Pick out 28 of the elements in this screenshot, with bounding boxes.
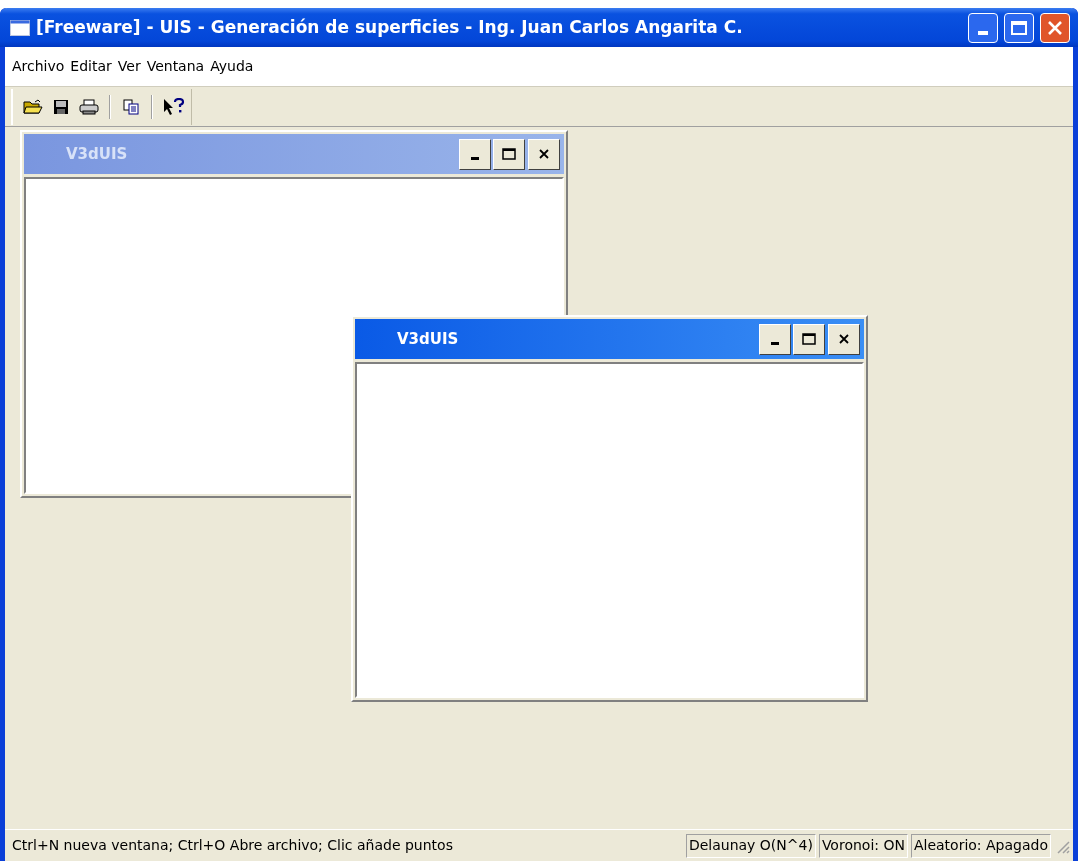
menu-item[interactable]: Archivo	[9, 56, 68, 77]
maximize-button[interactable]	[793, 323, 825, 355]
minimize-icon	[771, 341, 779, 345]
maximize-icon	[1011, 20, 1027, 35]
minimize-button[interactable]	[759, 323, 791, 355]
status-panel: Voronoi: ON	[818, 833, 908, 858]
status-panel: Aleatorio: Apagado	[910, 833, 1051, 858]
app-icon	[10, 19, 30, 36]
menu-item[interactable]: Editar	[67, 56, 115, 77]
maximize-icon	[802, 333, 816, 345]
close-icon	[1047, 19, 1063, 36]
status-panel: Delaunay O(N^4)	[685, 833, 816, 858]
minimize-button[interactable]	[459, 138, 491, 170]
status-message: Ctrl+N nueva ventana; Ctrl+O Abre archivo; Clic añade puntos	[11, 836, 454, 855]
maximize-icon	[502, 148, 516, 160]
menu-item[interactable]: Ayuda	[207, 56, 257, 77]
window-title: [Freeware] - UIS - Generación de superficies - Ing. Juan Carlos Angarita C.	[36, 15, 744, 39]
close-icon	[538, 148, 550, 160]
menu-item[interactable]: Ver	[114, 56, 144, 77]
child-window-title: V3dUIS	[397, 328, 460, 350]
close-icon	[838, 333, 850, 345]
close-button[interactable]	[528, 138, 560, 170]
child-window-title: V3dUIS	[66, 143, 129, 165]
maximize-button[interactable]	[493, 138, 525, 170]
menu-item[interactable]: Ventana	[143, 56, 208, 77]
minimize-icon	[471, 156, 479, 160]
minimize-icon	[978, 30, 988, 35]
close-button[interactable]	[828, 323, 860, 355]
